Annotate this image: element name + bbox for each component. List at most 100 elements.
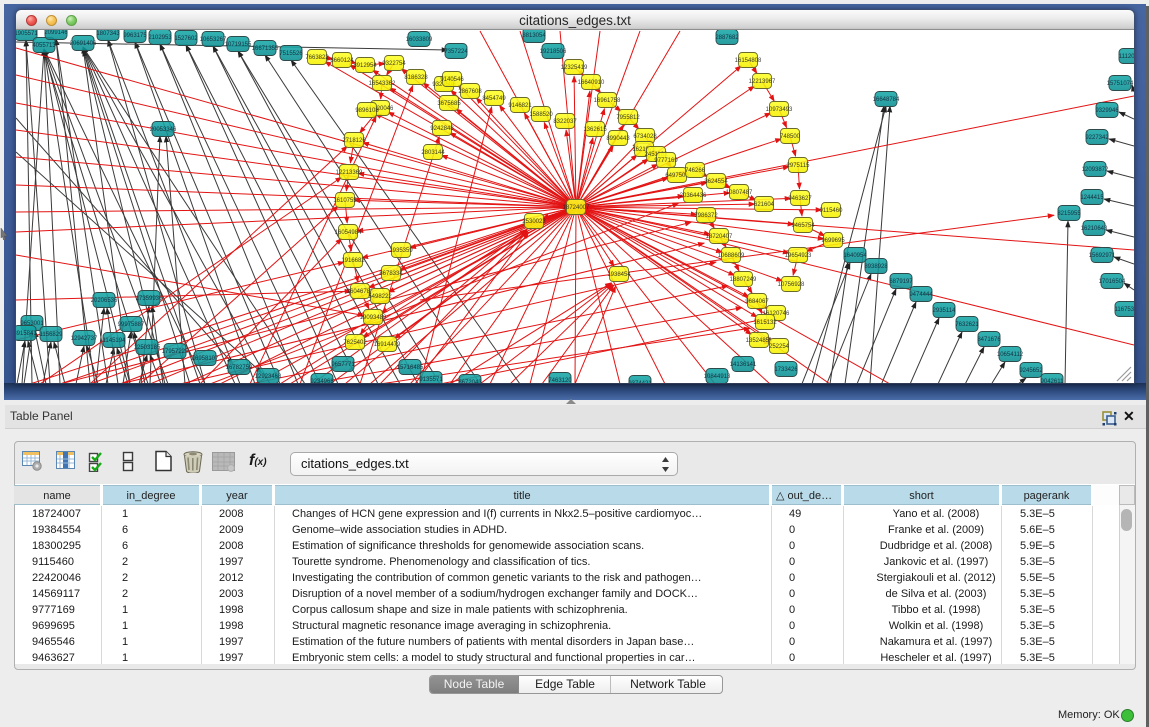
svg-text:14136141: 14136141	[730, 362, 757, 368]
svg-text:8454749: 8454749	[482, 96, 506, 102]
svg-text:10807487: 10807487	[726, 190, 753, 196]
svg-text:2099146: 2099146	[44, 30, 68, 36]
svg-text:19093489: 19093489	[360, 315, 387, 321]
svg-text:7515526: 7515526	[279, 51, 303, 57]
svg-text:3915841: 3915841	[16, 331, 37, 337]
svg-text:9135571: 9135571	[419, 377, 443, 383]
svg-text:8813054: 8813054	[522, 33, 546, 39]
svg-text:2718126: 2718126	[342, 138, 366, 144]
svg-text:12503185: 12503185	[134, 345, 161, 351]
svg-text:16543362: 16543362	[369, 81, 396, 87]
svg-text:16782759: 16782759	[226, 365, 253, 371]
svg-text:2867608: 2867608	[458, 89, 482, 95]
svg-text:19654923: 19654923	[785, 253, 812, 259]
svg-text:9777169: 9777169	[654, 158, 678, 164]
svg-text:2530023: 2530023	[522, 219, 546, 225]
svg-text:9245652: 9245652	[1019, 368, 1043, 374]
svg-text:2102953: 2102953	[148, 35, 172, 41]
svg-text:7357224: 7357224	[444, 49, 468, 55]
svg-text:16154808: 16154808	[735, 58, 762, 64]
svg-text:16033809: 16033809	[406, 37, 433, 43]
svg-text:8186328: 8186328	[404, 75, 428, 81]
svg-text:6734028: 6734028	[633, 134, 657, 140]
svg-text:2935114: 2935114	[933, 308, 957, 314]
svg-text:9896108: 9896108	[355, 108, 379, 114]
svg-text:16210643: 16210643	[1081, 226, 1108, 232]
svg-text:8912954: 8912954	[353, 63, 377, 69]
svg-text:9699695: 9699695	[821, 238, 845, 244]
svg-text:9463627: 9463627	[788, 196, 812, 202]
svg-text:6879197: 6879197	[889, 279, 913, 285]
svg-text:12942737: 12942737	[71, 336, 98, 342]
svg-text:9322754: 9322754	[382, 61, 406, 67]
svg-text:1938454: 1938454	[607, 272, 631, 278]
svg-text:9140546: 9140546	[440, 77, 464, 83]
svg-text:1916682: 1916682	[341, 258, 365, 264]
svg-text:1167533: 1167533	[1115, 307, 1134, 313]
svg-text:9474444: 9474444	[909, 292, 933, 298]
svg-text:3675685: 3675685	[437, 101, 461, 107]
svg-text:252254: 252254	[769, 344, 790, 350]
svg-text:9684067: 9684067	[745, 299, 769, 305]
svg-text:10654112: 10654112	[997, 352, 1024, 358]
svg-text:10719155: 10719155	[225, 42, 252, 48]
svg-text:10688609: 10688609	[718, 253, 745, 259]
svg-text:7463120: 7463120	[548, 378, 572, 383]
svg-text:8938928: 8938928	[864, 264, 888, 270]
svg-text:9115460: 9115460	[820, 208, 844, 214]
svg-text:748500: 748500	[780, 134, 801, 140]
svg-text:1905571: 1905571	[16, 31, 38, 37]
svg-text:1527602: 1527602	[174, 36, 198, 42]
svg-text:10756928: 10756928	[778, 282, 805, 288]
svg-text:5498222: 5498222	[368, 294, 392, 300]
svg-text:12923468: 12923468	[255, 374, 282, 380]
svg-text:8215955: 8215955	[1057, 211, 1081, 217]
svg-text:8322037: 8322037	[553, 119, 577, 125]
svg-text:17359936: 17359936	[136, 296, 163, 302]
svg-text:10973493: 10973493	[766, 107, 793, 113]
svg-text:2803144: 2803144	[421, 150, 445, 156]
svg-text:20053346: 20053346	[150, 127, 177, 133]
svg-text:12213967: 12213967	[749, 79, 776, 85]
svg-text:9227342: 9227342	[1085, 135, 1109, 141]
svg-text:9242848: 9242848	[430, 126, 454, 132]
svg-text:99975887: 99975887	[118, 322, 145, 328]
svg-text:17957225: 17957225	[162, 349, 189, 355]
svg-text:9374421: 9374421	[628, 381, 652, 383]
svg-text:7625402: 7625402	[343, 340, 367, 346]
svg-text:8471676: 8471676	[977, 337, 1001, 343]
svg-text:1112054: 1112054	[1119, 54, 1134, 60]
svg-text:1156829: 1156829	[40, 332, 64, 338]
svg-text:1807343: 1807343	[96, 31, 120, 37]
svg-text:2975115: 2975115	[787, 163, 811, 169]
svg-text:1145194: 1145194	[103, 338, 127, 344]
svg-text:16640910: 16640910	[578, 80, 605, 86]
svg-text:16958107: 16958107	[192, 356, 219, 362]
svg-text:8678334: 8678334	[379, 271, 403, 277]
svg-text:7663822: 7663822	[305, 55, 329, 61]
svg-text:9657771: 9657771	[331, 362, 355, 368]
svg-text:16914479: 16914479	[374, 342, 401, 348]
svg-text:12093872: 12093872	[1082, 167, 1109, 173]
svg-text:8990443: 8990443	[606, 136, 630, 142]
svg-text:9465754: 9465754	[791, 223, 815, 229]
svg-text:1935359: 1935359	[389, 248, 413, 254]
svg-text:18724007: 18724007	[563, 205, 590, 211]
svg-text:9042611: 9042611	[1041, 379, 1065, 383]
svg-text:746266: 746266	[685, 168, 706, 174]
svg-text:1362615: 1362615	[583, 127, 607, 133]
svg-text:10844913: 10844913	[704, 374, 731, 380]
svg-text:1615132: 1615132	[753, 320, 777, 326]
svg-text:1733426: 1733426	[774, 367, 798, 373]
svg-text:621604: 621604	[754, 202, 775, 208]
svg-text:4055713: 4055713	[32, 43, 56, 49]
svg-text:3624554: 3624554	[704, 179, 728, 185]
svg-text:9329946: 9329946	[1095, 108, 1119, 114]
svg-text:19218506: 19218506	[540, 49, 567, 55]
svg-text:2887682: 2887682	[715, 35, 739, 41]
svg-text:9963175: 9963175	[123, 33, 147, 39]
svg-text:12213369: 12213369	[336, 170, 363, 176]
svg-text:10653267: 10653267	[200, 37, 227, 43]
svg-text:7955812: 7955812	[616, 115, 640, 121]
svg-text:16961758: 16961758	[594, 98, 621, 104]
